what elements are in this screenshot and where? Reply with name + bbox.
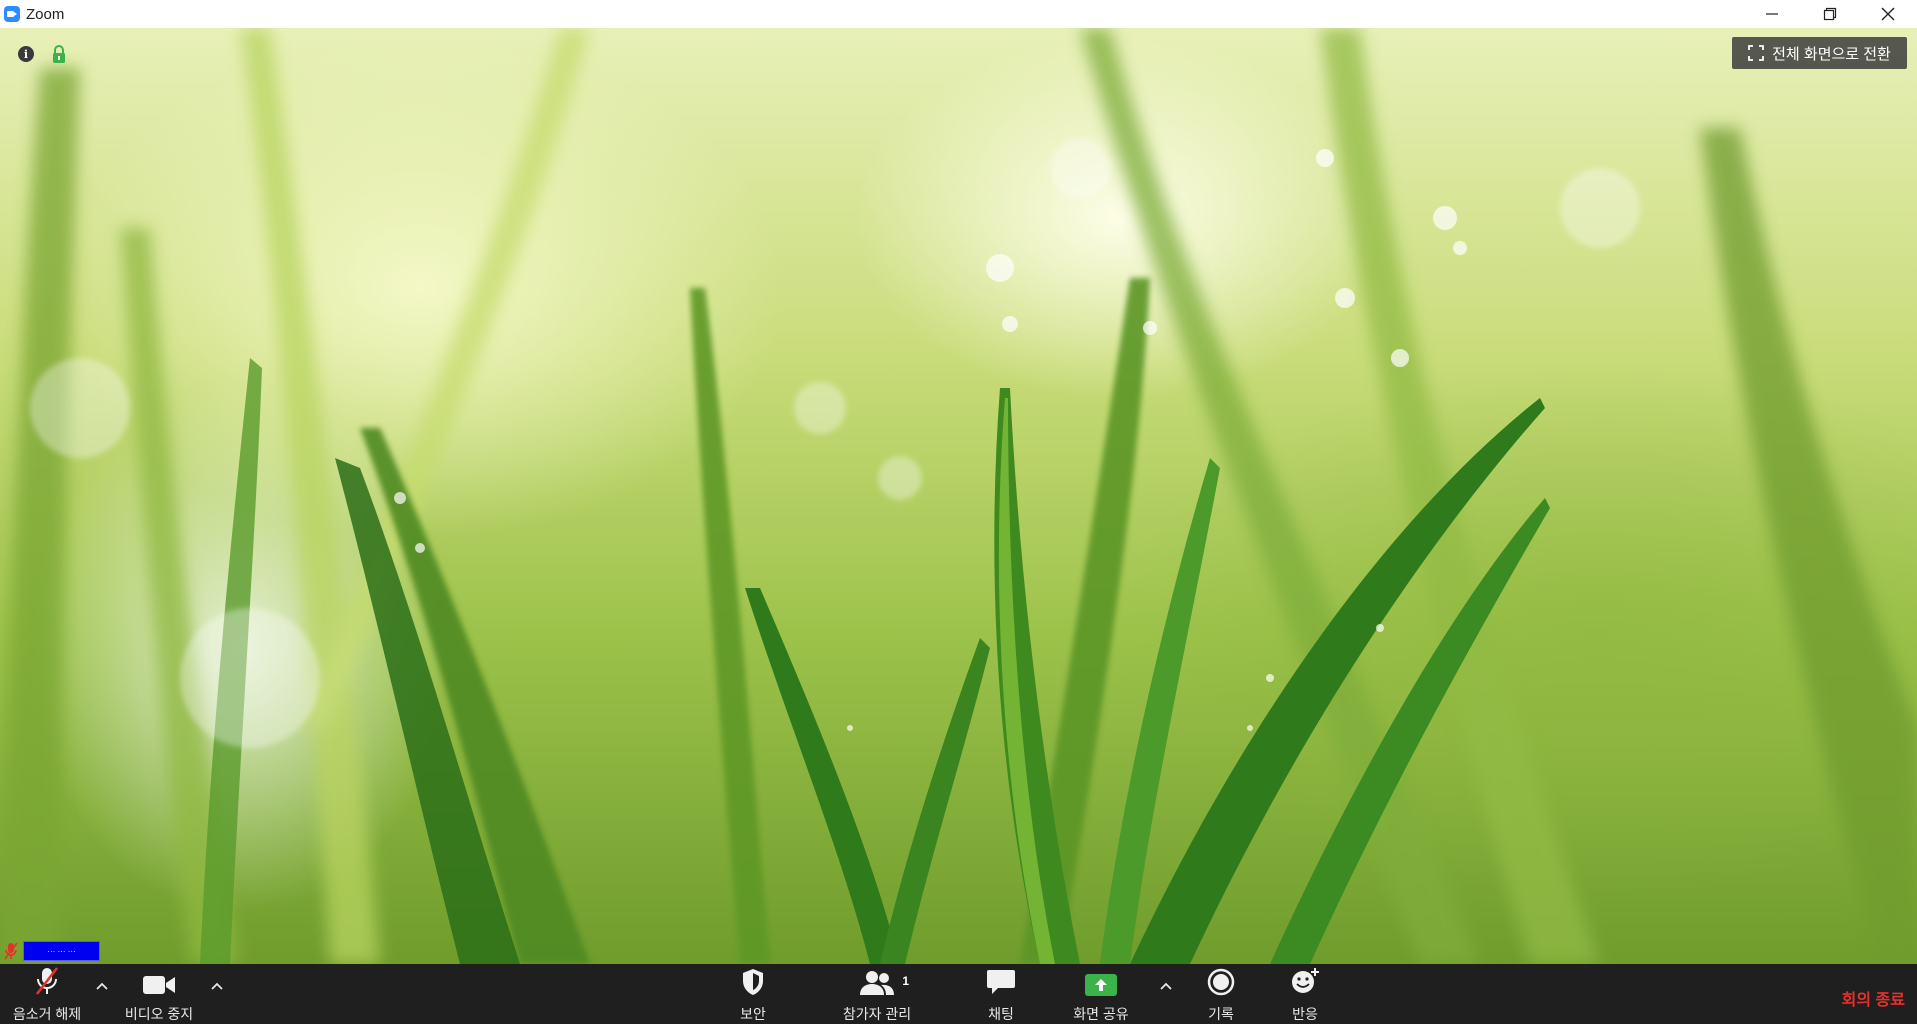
emoji-add-icon <box>1292 968 1319 993</box>
chevron-up-icon <box>211 982 223 990</box>
window-title: Zoom <box>26 5 65 23</box>
participants-count: 1 <box>902 974 909 988</box>
restore-button[interactable] <box>1801 0 1859 28</box>
participants-button[interactable]: 1 참가자 관리 <box>836 964 918 1024</box>
video-camera-icon <box>143 976 175 994</box>
record-icon <box>1207 968 1235 996</box>
meeting-toolbar: 음소거 해제 비디오 중지 보안 1 참가자 관리 채팅 화면 공유 기록 반응… <box>0 964 1917 1024</box>
info-icon[interactable]: i <box>18 46 34 62</box>
mic-muted-icon <box>36 967 58 995</box>
chevron-up-icon <box>96 982 108 990</box>
record-button[interactable]: 기록 <box>1196 964 1246 1024</box>
chevron-up-icon <box>1160 982 1172 990</box>
share-screen-button[interactable]: 화면 공유 <box>1064 964 1138 1024</box>
lock-icon[interactable] <box>51 44 67 64</box>
share-options-caret[interactable] <box>1158 978 1174 994</box>
minimize-button[interactable] <box>1743 0 1801 28</box>
stop-video-button[interactable]: 비디오 중지 <box>118 964 200 1024</box>
participants-icon <box>860 971 894 995</box>
title-bar: Zoom <box>0 0 1917 29</box>
participant-name: ··· ··· ··· <box>23 941 100 961</box>
participants-label: 참가자 관리 <box>842 1006 912 1022</box>
chat-bubble-icon <box>987 970 1015 994</box>
reactions-label: 반응 <box>1292 1006 1318 1022</box>
fullscreen-button[interactable]: 전체 화면으로 전환 <box>1732 37 1907 69</box>
security-label: 보안 <box>740 1006 766 1022</box>
unmute-label: 음소거 해제 <box>12 1006 82 1022</box>
chat-label: 채팅 <box>988 1006 1014 1022</box>
reactions-button[interactable]: 반응 <box>1280 964 1330 1024</box>
share-screen-icon <box>1085 974 1117 996</box>
video-label: 비디오 중지 <box>124 1006 194 1022</box>
security-button[interactable]: 보안 <box>728 964 778 1024</box>
mic-muted-icon <box>4 942 18 960</box>
minimize-icon <box>1766 13 1778 15</box>
share-label: 화면 공유 <box>1073 1006 1129 1022</box>
window-controls <box>1743 0 1917 28</box>
fullscreen-icon <box>1748 45 1765 61</box>
unmute-button[interactable]: 음소거 해제 <box>4 964 90 1024</box>
arrow-up-icon <box>1095 979 1107 991</box>
zoom-app-icon <box>4 6 20 22</box>
video-options-caret[interactable] <box>209 978 225 994</box>
participant-name-tag: ··· ··· ··· <box>3 941 100 961</box>
restore-icon <box>1823 7 1837 21</box>
record-label: 기록 <box>1208 1006 1234 1022</box>
chat-button[interactable]: 채팅 <box>976 964 1026 1024</box>
end-meeting-button[interactable]: 회의 종료 <box>1842 986 1905 1010</box>
fullscreen-label: 전체 화면으로 전환 <box>1772 45 1891 63</box>
background-image <box>0 28 1917 964</box>
close-button[interactable] <box>1859 0 1917 28</box>
audio-options-caret[interactable] <box>94 978 110 994</box>
close-icon <box>1881 7 1895 21</box>
shield-icon <box>743 969 763 995</box>
video-area: i 전체 화면으로 전환 ··· ··· ··· <box>0 28 1917 964</box>
